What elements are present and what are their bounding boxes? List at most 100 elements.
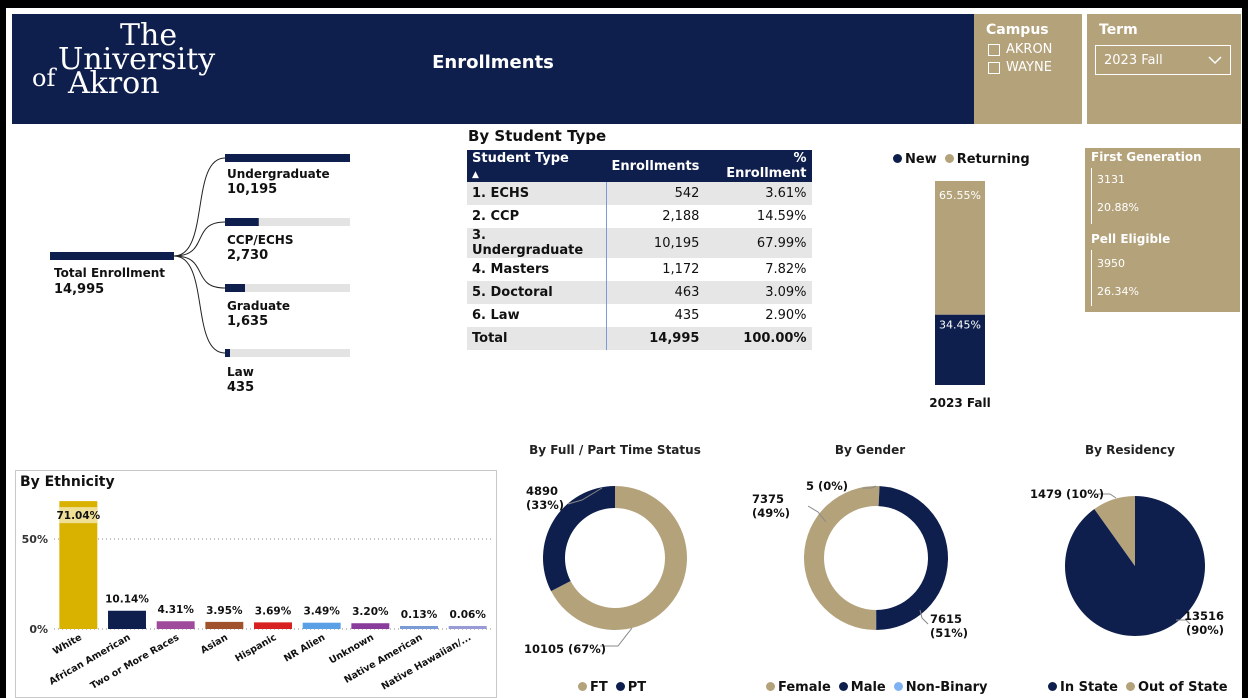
bar[interactable] (302, 622, 341, 629)
data-label: 3.95% (206, 605, 243, 617)
connector-line (173, 255, 226, 289)
x-tick-label: African American (47, 632, 132, 688)
legend-item-ft[interactable]: FT (578, 680, 608, 695)
checkbox[interactable] (988, 61, 1000, 74)
legend-item-out-of-state[interactable]: Out of State (1126, 680, 1228, 695)
first-generation-pct: 20.88% (1097, 201, 1139, 214)
column-header-pct-enrollment[interactable]: % Enrollment (704, 150, 812, 182)
data-label: 3.20% (352, 606, 389, 618)
y-tick-label: 50% (22, 533, 48, 546)
student-type-table: Student Type ▲ Enrollments % Enrollment … (467, 150, 812, 350)
table-row: 2. CCP 2,188 14.59% (467, 205, 812, 228)
legend-item-new[interactable]: New (893, 152, 937, 167)
term-slicer-title: Term (1099, 22, 1138, 38)
bar[interactable] (351, 623, 390, 629)
gender-donut-chart: 5 (0%) 7375(49%) 7615(51%) (752, 479, 968, 640)
new-returning-legend: New Returning (893, 152, 1030, 167)
column-header-enrollments[interactable]: Enrollments (606, 150, 705, 182)
term-slicer: Term 2023 Fall (1087, 14, 1241, 124)
tree-node-ccp-echs[interactable]: CCP/ECHS 2,730 (227, 232, 293, 264)
page-title: Enrollments (432, 52, 554, 73)
legend-item-in-state[interactable]: In State (1048, 680, 1118, 695)
slice-label: 5 (0%) (806, 479, 848, 493)
term-dropdown[interactable]: 2023 Fall (1095, 45, 1231, 75)
campus-option-wayne[interactable]: WAYNE (988, 60, 1052, 75)
first-generation-title: First Generation (1091, 150, 1202, 164)
ft-pt-donut-chart: 4890(33%) 10105 (67%) (524, 484, 687, 656)
root-value: 14,995 (54, 282, 105, 297)
slice-label: 10105 (67%) (524, 642, 606, 656)
tree-bar-fill (225, 284, 245, 292)
bar[interactable] (254, 622, 292, 629)
data-label: 10.14% (105, 594, 149, 606)
data-label: 3.49% (303, 606, 340, 618)
tree-bar-fill (225, 218, 259, 226)
pell-eligible-title: Pell Eligible (1091, 232, 1171, 246)
category-label: 2023 Fall (929, 396, 990, 410)
tree-bar-fill (225, 349, 230, 357)
chevron-down-icon (1208, 56, 1222, 65)
slice-label: (33%) (526, 498, 564, 512)
column-header-student-type[interactable]: Student Type ▲ (467, 150, 607, 182)
checkbox[interactable] (988, 43, 1000, 56)
pie-slice[interactable] (803, 486, 880, 630)
ethnicity-chart-title: By Ethnicity (20, 474, 115, 490)
residency-pie-chart: 1479 (10%) 13516(90%) (1030, 487, 1224, 637)
bar[interactable] (400, 626, 438, 629)
ft-pt-chart-title: By Full / Part Time Status (529, 443, 701, 457)
slice-label: 7375 (752, 492, 784, 506)
ethnicity-bar-chart: 0% 50% 71.04% White 10.14% African American 4.… (22, 501, 492, 692)
bar[interactable] (108, 610, 146, 629)
first-generation-card: First Generation 3131 20.88% (1085, 148, 1240, 230)
tree-node-graduate[interactable]: Graduate 1,635 (227, 298, 290, 330)
data-label: 0.06% (449, 609, 486, 621)
connector-line (173, 221, 226, 257)
residency-legend: In State Out of State (1048, 680, 1228, 695)
slice-label: 1479 (10%) (1030, 487, 1104, 501)
tree-bar-fill (225, 154, 350, 162)
legend-item-male[interactable]: Male (838, 680, 886, 695)
slice-label: 7615 (930, 612, 962, 626)
x-tick-label: Hispanic (233, 632, 278, 664)
bar[interactable] (205, 621, 244, 629)
first-generation-count: 3131 (1097, 173, 1125, 186)
pell-eligible-pct: 26.34% (1097, 285, 1139, 298)
slice-label: 13516 (1184, 609, 1224, 623)
slice-label: (49%) (752, 506, 790, 520)
legend-item-non-binary[interactable]: Non-Binary (893, 680, 988, 695)
tree-node-undergraduate[interactable]: Undergraduate 10,195 (227, 166, 330, 198)
bar[interactable] (448, 626, 487, 629)
sort-ascending-icon: ▲ (472, 170, 479, 180)
data-label: 0.13% (401, 609, 438, 621)
returning-pct-label: 65.55% (939, 189, 981, 202)
y-tick-label: 0% (29, 623, 48, 636)
residency-chart-title: By Residency (1085, 443, 1175, 457)
legend-item-pt[interactable]: PT (615, 680, 646, 695)
table-row: 4. Masters 1,172 7.82% (467, 258, 812, 281)
term-dropdown-value: 2023 Fall (1104, 52, 1163, 68)
slice-label: (51%) (930, 626, 968, 640)
legend-item-female[interactable]: Female (766, 680, 831, 695)
gender-legend: Female Male Non-Binary (766, 680, 988, 695)
pie-slice[interactable] (876, 486, 949, 630)
x-tick-label: Asian (199, 632, 230, 656)
table-total-row: Total 14,995 100.00% (467, 327, 812, 350)
new-returning-chart: 65.55% 34.45% 2023 Fall (929, 181, 991, 410)
campus-option-akron[interactable]: AKRON (988, 42, 1052, 57)
bar[interactable] (156, 621, 195, 629)
pell-eligible-count: 3950 (1097, 257, 1125, 270)
tree-node-law[interactable]: Law 435 (227, 364, 254, 396)
data-label: 71.04% (56, 510, 100, 522)
root-bar (50, 252, 174, 260)
x-tick-label: Native Hawaiian/... (380, 632, 474, 692)
legend-item-returning[interactable]: Returning (944, 152, 1030, 167)
slice-label: (90%) (1186, 623, 1224, 637)
data-label: 3.69% (255, 605, 292, 617)
campus-slicer-title: Campus (986, 22, 1049, 38)
pell-eligible-card: Pell Eligible 3950 26.34% (1085, 230, 1240, 312)
slice-label: 4890 (526, 484, 558, 498)
connector-line (173, 157, 226, 257)
gender-chart-title: By Gender (834, 443, 906, 457)
new-pct-label: 34.45% (939, 319, 981, 332)
x-tick-label: White (51, 632, 84, 657)
